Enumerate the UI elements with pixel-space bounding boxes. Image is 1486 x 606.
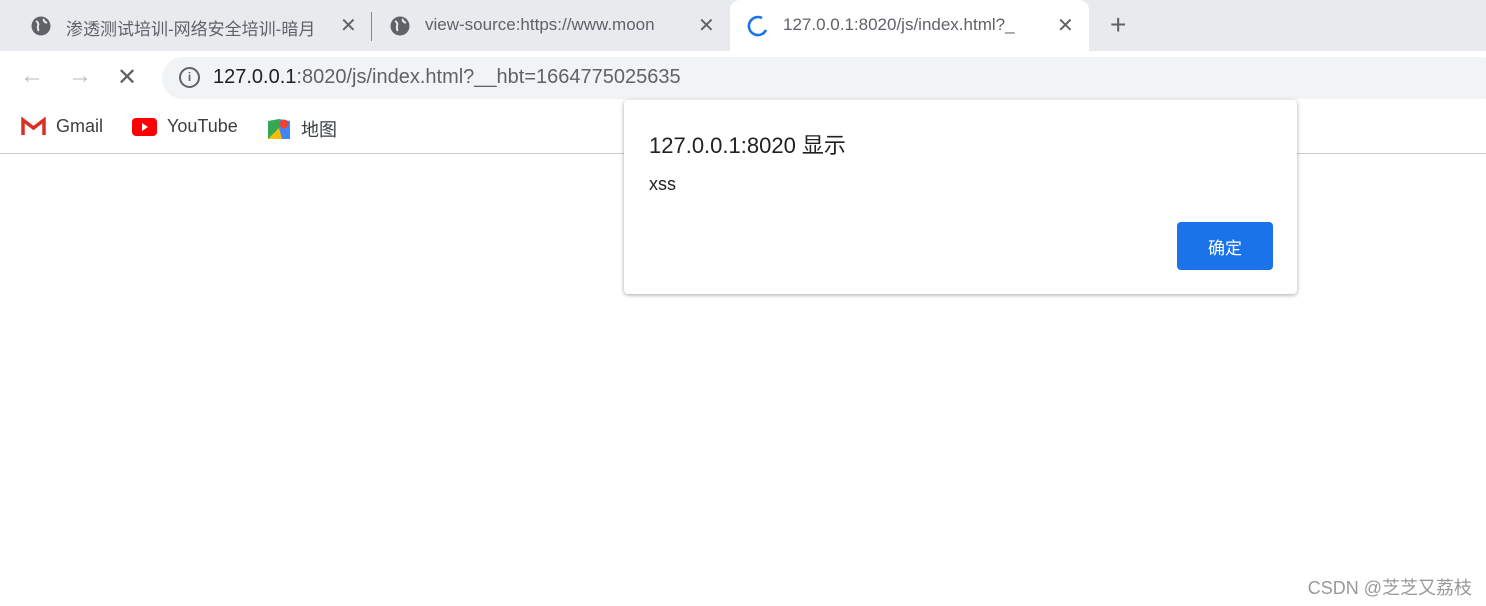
- close-tab-icon[interactable]: ✕: [1057, 13, 1074, 38]
- tab-2[interactable]: view-source:https://www.moon ✕: [359, 0, 729, 51]
- url-path: :8020/js/index.html?__hbt=1664775025635: [296, 66, 681, 88]
- tab-1[interactable]: 渗透测试培训-网络安全培训-暗月 ✕: [0, 0, 370, 51]
- forward-button[interactable]: →: [68, 62, 92, 90]
- alert-dialog: 127.0.0.1:8020 显示 xss 确定: [624, 100, 1297, 294]
- loading-spinner-icon: [747, 15, 768, 37]
- ok-button[interactable]: 确定: [1177, 222, 1273, 270]
- back-button[interactable]: ←: [20, 62, 44, 90]
- close-tab-icon[interactable]: ✕: [698, 13, 715, 38]
- bookmark-label: 地图: [301, 120, 337, 140]
- dialog-message: xss: [649, 174, 676, 194]
- tab-3-active[interactable]: 127.0.0.1:8020/js/index.html?_ ✕: [730, 0, 1089, 51]
- bookmark-gmail[interactable]: Gmail: [21, 116, 103, 137]
- globe-icon: [390, 16, 410, 36]
- new-tab-button[interactable]: +: [1110, 9, 1126, 41]
- dialog-title: 127.0.0.1:8020 显示: [649, 133, 846, 158]
- watermark: CSDN @芝芝又荔枝: [1307, 578, 1472, 598]
- close-tab-icon[interactable]: ✕: [340, 13, 357, 38]
- stop-loading-button[interactable]: ✕: [117, 63, 137, 92]
- gmail-icon: [21, 117, 46, 135]
- bookmark-label: Gmail: [56, 116, 104, 136]
- info-icon[interactable]: i: [179, 67, 200, 88]
- tab-title: view-source:https://www.moon: [425, 15, 655, 34]
- tab-title: 渗透测试培训-网络安全培训-暗月: [66, 20, 316, 39]
- bookmark-youtube[interactable]: YouTube: [132, 116, 238, 137]
- bookmark-label: YouTube: [167, 116, 238, 136]
- globe-icon: [31, 16, 51, 36]
- url-host: 127.0.0.1: [213, 66, 297, 88]
- bookmark-maps[interactable]: 地图: [267, 116, 337, 142]
- maps-icon: [268, 119, 290, 139]
- tab-title: 127.0.0.1:8020/js/index.html?_: [783, 15, 1015, 34]
- url-text[interactable]: 127.0.0.1:8020/js/index.html?__hbt=16647…: [213, 66, 681, 89]
- youtube-icon: [132, 117, 157, 136]
- address-bar[interactable]: i 127.0.0.1:8020/js/index.html?__hbt=166…: [162, 57, 1486, 99]
- tab-strip: 渗透测试培训-网络安全培训-暗月 ✕ view-source:https://w…: [0, 0, 1486, 51]
